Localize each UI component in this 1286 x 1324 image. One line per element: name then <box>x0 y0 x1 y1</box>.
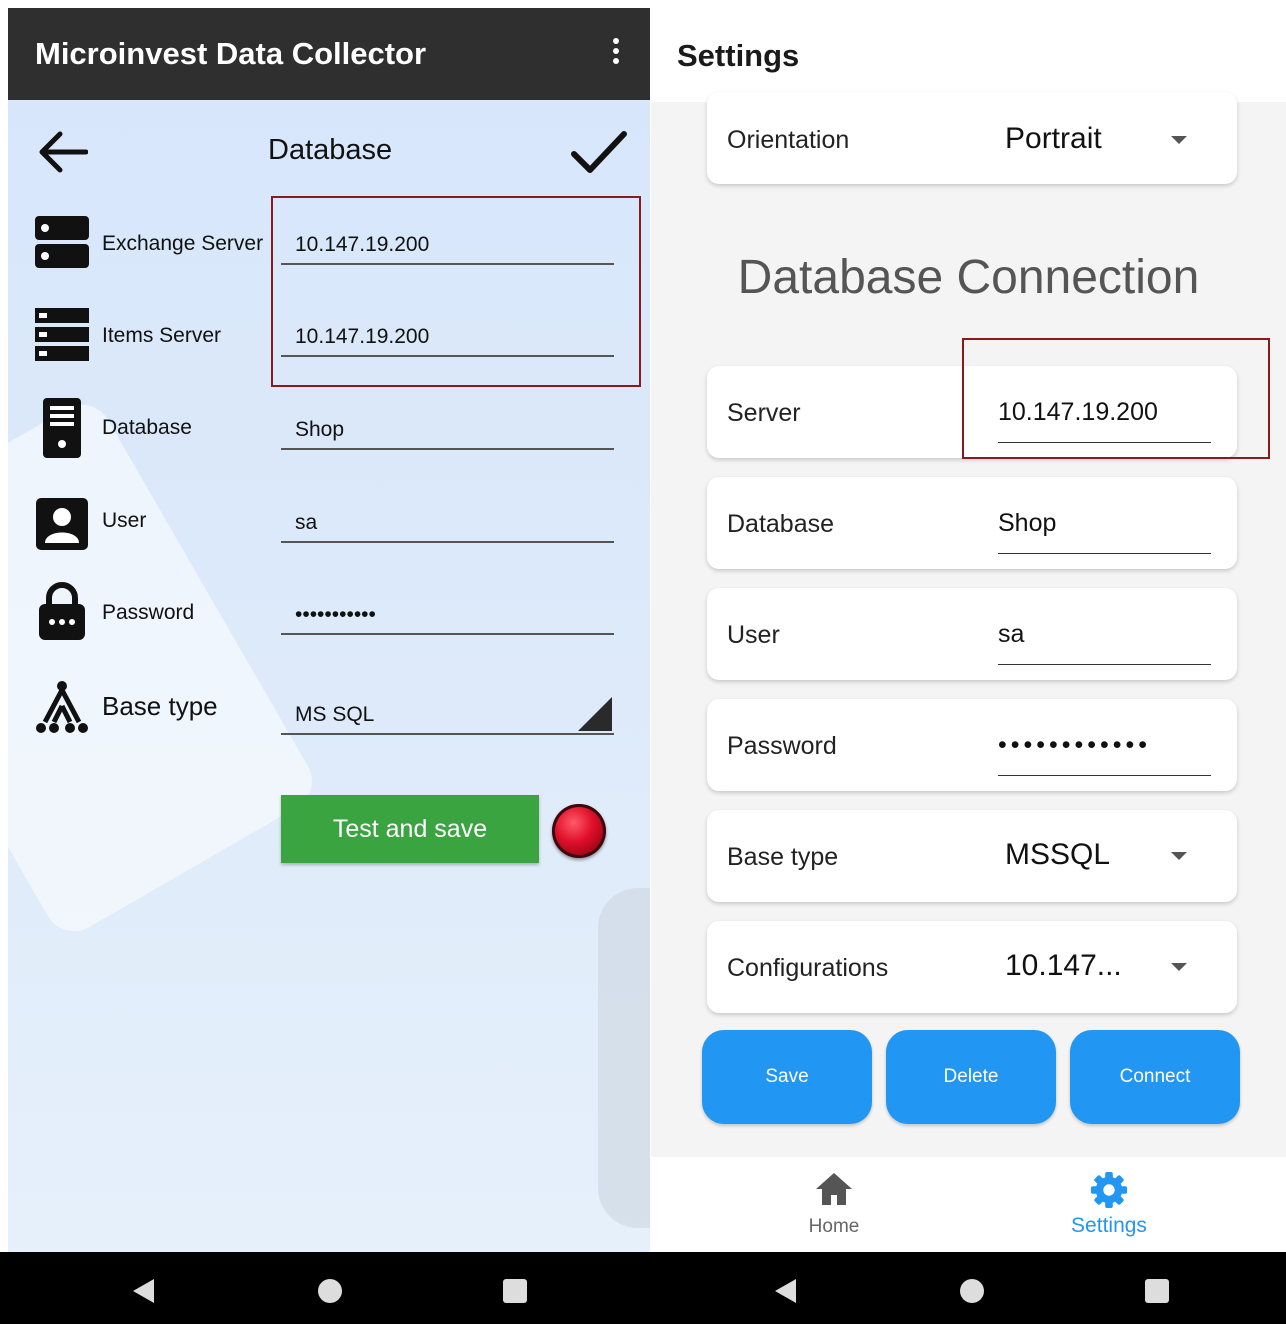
password-input[interactable]: •••••••••••• <box>998 719 1211 776</box>
database-card: Database Shop <box>707 477 1237 569</box>
database-label: Database <box>102 416 192 439</box>
server-icon <box>35 216 89 268</box>
left-app-screen: Microinvest Data Collector Database Exch… <box>8 8 650 1252</box>
status-led-icon <box>552 804 606 858</box>
nav-home[interactable]: Home <box>774 1171 894 1238</box>
server-stack-icon <box>35 308 89 361</box>
password-label: Password <box>727 732 837 760</box>
base-type-value: MS SQL <box>295 703 375 726</box>
password-value: •••••••••••• <box>998 731 1152 759</box>
system-navigation-bar <box>0 1252 1286 1324</box>
user-card: User sa <box>707 588 1237 680</box>
user-label: User <box>727 621 780 649</box>
exchange-server-input[interactable]: 10.147.19.200 <box>281 223 614 265</box>
system-back-icon[interactable] <box>131 1278 155 1304</box>
database-input[interactable]: Shop <box>998 497 1211 554</box>
items-server-label: Items Server <box>102 324 222 347</box>
page-title: Settings <box>677 38 800 73</box>
chevron-down-icon <box>1171 136 1187 144</box>
configurations-label: Configurations <box>727 954 889 982</box>
nav-settings-label: Settings <box>1071 1214 1147 1237</box>
password-label: Password <box>102 601 195 624</box>
highlight-box <box>962 338 1270 459</box>
database-label: Database <box>727 510 835 538</box>
user-input[interactable]: sa <box>998 608 1211 665</box>
connect-button[interactable]: Connect <box>1070 1030 1240 1124</box>
dropdown-triangle-icon <box>578 697 612 731</box>
password-input[interactable]: ••••••••••• <box>281 593 614 635</box>
gear-icon <box>1090 1171 1128 1209</box>
configurations-value: 10.147... <box>1005 949 1122 982</box>
database-input[interactable]: Shop <box>281 408 614 450</box>
user-label: User <box>102 509 147 532</box>
base-type-label: Base type <box>727 843 839 871</box>
orientation-label: Orientation <box>727 126 850 154</box>
database-icon <box>43 398 81 458</box>
test-and-save-button[interactable]: Test and save <box>281 795 539 863</box>
exchange-server-value: 10.147.19.200 <box>295 233 430 256</box>
orientation-value: Portrait <box>1005 122 1102 155</box>
app-title: Microinvest Data Collector <box>35 36 427 71</box>
system-recents-icon[interactable] <box>502 1278 528 1304</box>
right-app-screen: Settings Orientation Portrait Database C… <box>651 0 1286 1252</box>
items-server-value: 10.147.19.200 <box>295 325 430 348</box>
more-vertical-icon[interactable] <box>604 38 628 70</box>
server-label: Server <box>727 399 801 427</box>
user-value: sa <box>295 511 318 534</box>
lock-icon <box>39 582 85 640</box>
page-title: Database <box>268 134 393 166</box>
user-value: sa <box>998 620 1025 648</box>
base-type-label: Base type <box>102 691 218 721</box>
bottom-navigation: Home Settings <box>651 1157 1286 1252</box>
system-home-icon[interactable] <box>959 1278 985 1304</box>
database-value: Shop <box>295 418 345 441</box>
password-card: Password •••••••••••• <box>707 699 1237 791</box>
system-back-icon[interactable] <box>773 1278 797 1304</box>
section-title: Database Connection <box>737 251 1200 304</box>
base-type-card[interactable]: Base type MSSQL <box>707 810 1237 902</box>
configurations-card[interactable]: Configurations 10.147... <box>707 921 1237 1013</box>
orientation-card[interactable]: Orientation Portrait <box>707 92 1237 184</box>
chevron-down-icon <box>1171 852 1187 860</box>
exchange-server-label: Exchange Server <box>102 232 264 255</box>
hierarchy-icon <box>36 681 88 733</box>
nav-settings[interactable]: Settings <box>1049 1171 1169 1238</box>
items-server-input[interactable]: 10.147.19.200 <box>281 315 614 357</box>
background-decoration <box>8 393 323 943</box>
password-value: ••••••••••• <box>295 603 376 626</box>
database-value: Shop <box>998 509 1057 537</box>
arrow-left-icon[interactable] <box>36 130 88 174</box>
base-type-value: MSSQL <box>1005 838 1111 871</box>
system-home-icon[interactable] <box>317 1278 343 1304</box>
delete-button[interactable]: Delete <box>886 1030 1056 1124</box>
settings-header: Settings <box>651 0 1286 102</box>
home-icon <box>816 1173 852 1205</box>
user-icon <box>36 498 88 550</box>
background-decoration <box>598 888 650 1228</box>
app-bar: Microinvest Data Collector <box>8 8 650 100</box>
nav-home-label: Home <box>808 1216 860 1237</box>
base-type-select[interactable]: MS SQL <box>281 691 614 735</box>
user-input[interactable]: sa <box>281 501 614 543</box>
chevron-down-icon <box>1171 963 1187 971</box>
system-recents-icon[interactable] <box>1144 1278 1170 1304</box>
save-button[interactable]: Save <box>702 1030 872 1124</box>
check-icon[interactable] <box>570 128 628 178</box>
